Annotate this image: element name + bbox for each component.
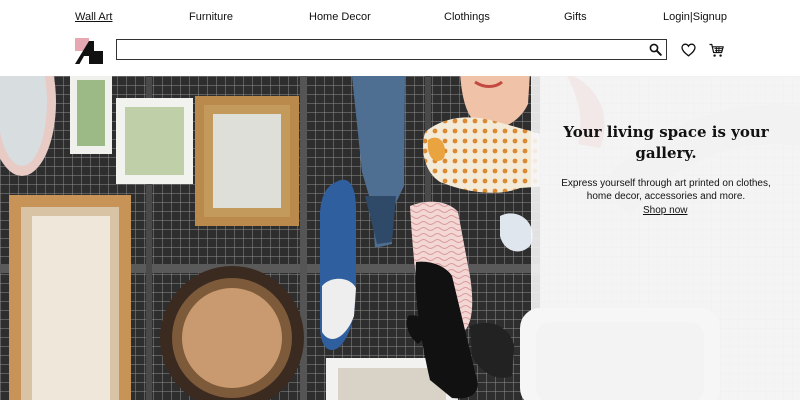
search-icon[interactable] <box>649 43 662 56</box>
nav-clothings[interactable]: Clothings <box>444 11 490 23</box>
heart-icon[interactable] <box>681 43 696 57</box>
signup-link[interactable]: Signup <box>693 11 727 23</box>
brand-logo[interactable] <box>75 38 103 64</box>
login-link[interactable]: Login <box>663 11 690 23</box>
nav-home-decor[interactable]: Home Decor <box>309 11 371 23</box>
auth-links: Login|Signup <box>663 11 727 23</box>
hero-subtitle: Express yourself through art printed on … <box>561 178 771 202</box>
shop-now-link[interactable]: Shop now <box>643 205 687 216</box>
search-input[interactable] <box>121 41 641 58</box>
search-bar <box>116 39 667 60</box>
top-navigation: Wall Art Furniture Home Decor Clothings … <box>0 0 800 36</box>
nav-gifts[interactable]: Gifts <box>564 11 587 23</box>
nav-wall-art[interactable]: Wall Art <box>75 11 113 23</box>
hero-title: Your living space is your gallery. <box>563 123 769 162</box>
nav-furniture[interactable]: Furniture <box>189 11 233 23</box>
cart-icon[interactable] <box>709 43 724 58</box>
